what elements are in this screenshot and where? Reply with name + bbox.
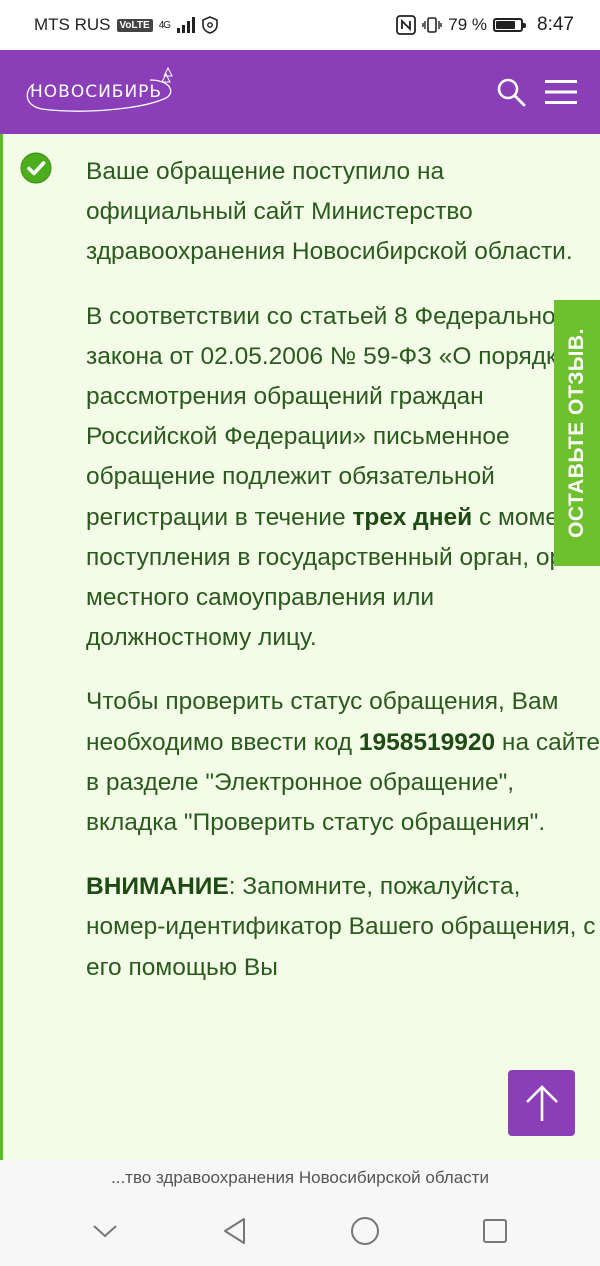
nav-recents-button[interactable]	[475, 1211, 515, 1251]
back-triangle-icon	[224, 1218, 245, 1244]
feedback-tab[interactable]: ОСТАВЬТЕ ОТЗЫВ.	[554, 300, 600, 566]
message-paragraph-1: Ваше обращение поступило на официальный …	[86, 158, 573, 266]
search-button[interactable]	[494, 75, 528, 109]
scroll-to-top-button[interactable]	[508, 1070, 575, 1136]
system-nav-bar	[0, 1196, 600, 1266]
nfc-icon	[396, 15, 417, 35]
arrow-up-icon	[525, 1085, 558, 1121]
deadline-bold: трех дней	[352, 503, 473, 531]
status-bar: MTS RUS VoLTE 4G 79 % 8:47	[0, 0, 600, 50]
check-circle-icon	[20, 152, 52, 184]
battery-icon	[493, 18, 527, 32]
menu-button[interactable]	[544, 75, 578, 109]
message-paragraph-4: ВНИМАНИЕ: Запомните, пожалуйста, номер-и…	[86, 873, 596, 981]
page-title: ...тво здравоохранения Новосибирской обл…	[111, 1168, 489, 1187]
attention-label: ВНИМАНИЕ	[86, 873, 229, 901]
browser-title-bar[interactable]: ...тво здравоохранения Новосибирской обл…	[0, 1160, 600, 1196]
home-circle-icon	[351, 1217, 379, 1245]
hamburger-icon	[545, 80, 577, 104]
search-icon	[497, 78, 526, 107]
signal-icon	[177, 17, 196, 33]
nav-back-button[interactable]	[215, 1211, 255, 1251]
vibrate-icon	[422, 17, 442, 33]
nav-home-button[interactable]	[345, 1211, 385, 1251]
volte-badge: VoLTE	[116, 18, 153, 32]
message-text: Ваше обращение поступило на официальный …	[86, 152, 600, 1012]
message-paragraph-2: В соответствии со статьей 8 Федерального…	[86, 302, 599, 652]
network-type: 4G	[158, 19, 171, 31]
site-logo[interactable]: НОВОСИБИРЬ	[20, 62, 180, 122]
chevron-down-icon	[93, 1225, 117, 1238]
recents-square-icon	[483, 1219, 507, 1243]
success-message-panel: Ваше обращение поступило на официальный …	[0, 134, 600, 1160]
battery-percent: 79 %	[448, 15, 488, 34]
message-paragraph-3: Чтобы проверить статус обращения, Вам не…	[86, 688, 600, 837]
carrier-name: MTS RUS	[34, 15, 111, 34]
request-code: 1958519920	[358, 728, 496, 756]
logo-text: НОВОСИБИРЬ	[30, 82, 163, 102]
clock: 8:47	[537, 14, 574, 35]
shield-icon	[202, 16, 218, 34]
site-header: НОВОСИБИРЬ	[0, 50, 600, 134]
feedback-tab-label: ОСТАВЬТЕ ОТЗЫВ.	[565, 328, 588, 538]
nav-hide-button[interactable]	[85, 1211, 125, 1251]
